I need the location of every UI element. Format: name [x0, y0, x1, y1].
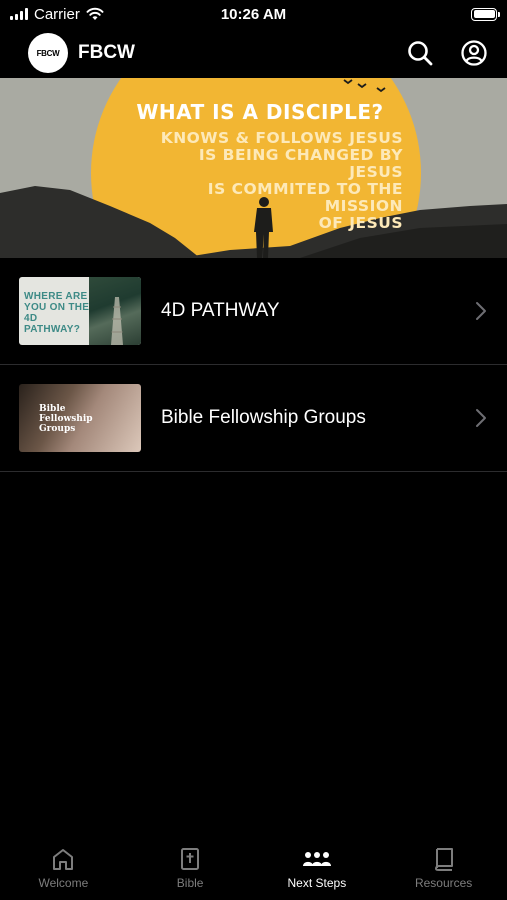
hero-line: IS BEING CHANGED BY — [198, 146, 403, 164]
thumbnail-photo — [89, 277, 141, 345]
list-item-4d-pathway[interactable]: WHERE ARE YOU ON THE 4D PATHWAY? 4D PATH… — [0, 258, 507, 365]
status-left: Carrier — [10, 6, 104, 23]
hero-line: MISSION — [324, 197, 403, 215]
thumbnail-text: Bible Fellowship Groups — [39, 404, 93, 434]
carrier-label: Carrier — [34, 5, 80, 23]
header-actions — [406, 39, 488, 67]
list-item-label: 4D PATHWAY — [161, 300, 280, 321]
bible-fellowship-thumbnail: Bible Fellowship Groups — [19, 384, 141, 452]
home-icon — [53, 849, 74, 870]
tab-label: Bible — [176, 876, 204, 890]
battery-icon — [471, 7, 500, 21]
hero-line: OF JESUS — [318, 214, 403, 232]
chevron-right-icon — [476, 302, 486, 320]
tab-next-steps[interactable]: Next Steps — [254, 838, 381, 900]
tab-label: Welcome — [38, 876, 89, 890]
thumbnail-text: WHERE ARE YOU ON THE 4D PATHWAY? — [24, 291, 90, 335]
signal-icon — [10, 8, 28, 20]
search-icon[interactable] — [406, 39, 434, 67]
status-bar: Carrier 10:26 AM — [0, 0, 507, 28]
hero-line: KNOWS & FOLLOWS JESUS — [160, 129, 403, 147]
hero-line: IS COMMITED TO THE — [207, 180, 403, 198]
app-header: FBCW FBCW — [0, 28, 507, 78]
hero-line: JESUS — [349, 163, 403, 181]
wifi-icon — [86, 7, 104, 20]
tab-label: Next Steps — [287, 876, 347, 890]
hero-banner[interactable]: WHAT IS A DISCIPLE? KNOWS & FOLLOWS JESU… — [0, 78, 507, 258]
profile-icon[interactable] — [460, 39, 488, 67]
hero-text: WHAT IS A DISCIPLE? KNOWS & FOLLOWS JESU… — [0, 78, 507, 258]
tab-bar: Welcome Bible Next Steps Resources — [0, 838, 507, 900]
tab-welcome[interactable]: Welcome — [0, 838, 127, 900]
chevron-right-icon — [476, 409, 486, 427]
hero-title: WHAT IS A DISCIPLE? — [136, 100, 384, 124]
tab-label: Resources — [414, 876, 473, 890]
list-item-bible-fellowship[interactable]: Bible Fellowship Groups Bible Fellowship… — [0, 365, 507, 472]
tab-resources[interactable]: Resources — [380, 838, 507, 900]
book-icon — [434, 848, 453, 871]
bible-icon — [181, 848, 200, 870]
list-item-label: Bible Fellowship Groups — [161, 407, 366, 428]
pathway-thumbnail: WHERE ARE YOU ON THE 4D PATHWAY? — [19, 277, 141, 345]
group-icon — [302, 852, 331, 866]
church-logo: FBCW — [28, 33, 68, 73]
tab-bible[interactable]: Bible — [127, 838, 254, 900]
next-steps-list: WHERE ARE YOU ON THE 4D PATHWAY? 4D PATH… — [0, 258, 507, 472]
app-title: FBCW — [78, 42, 135, 63]
